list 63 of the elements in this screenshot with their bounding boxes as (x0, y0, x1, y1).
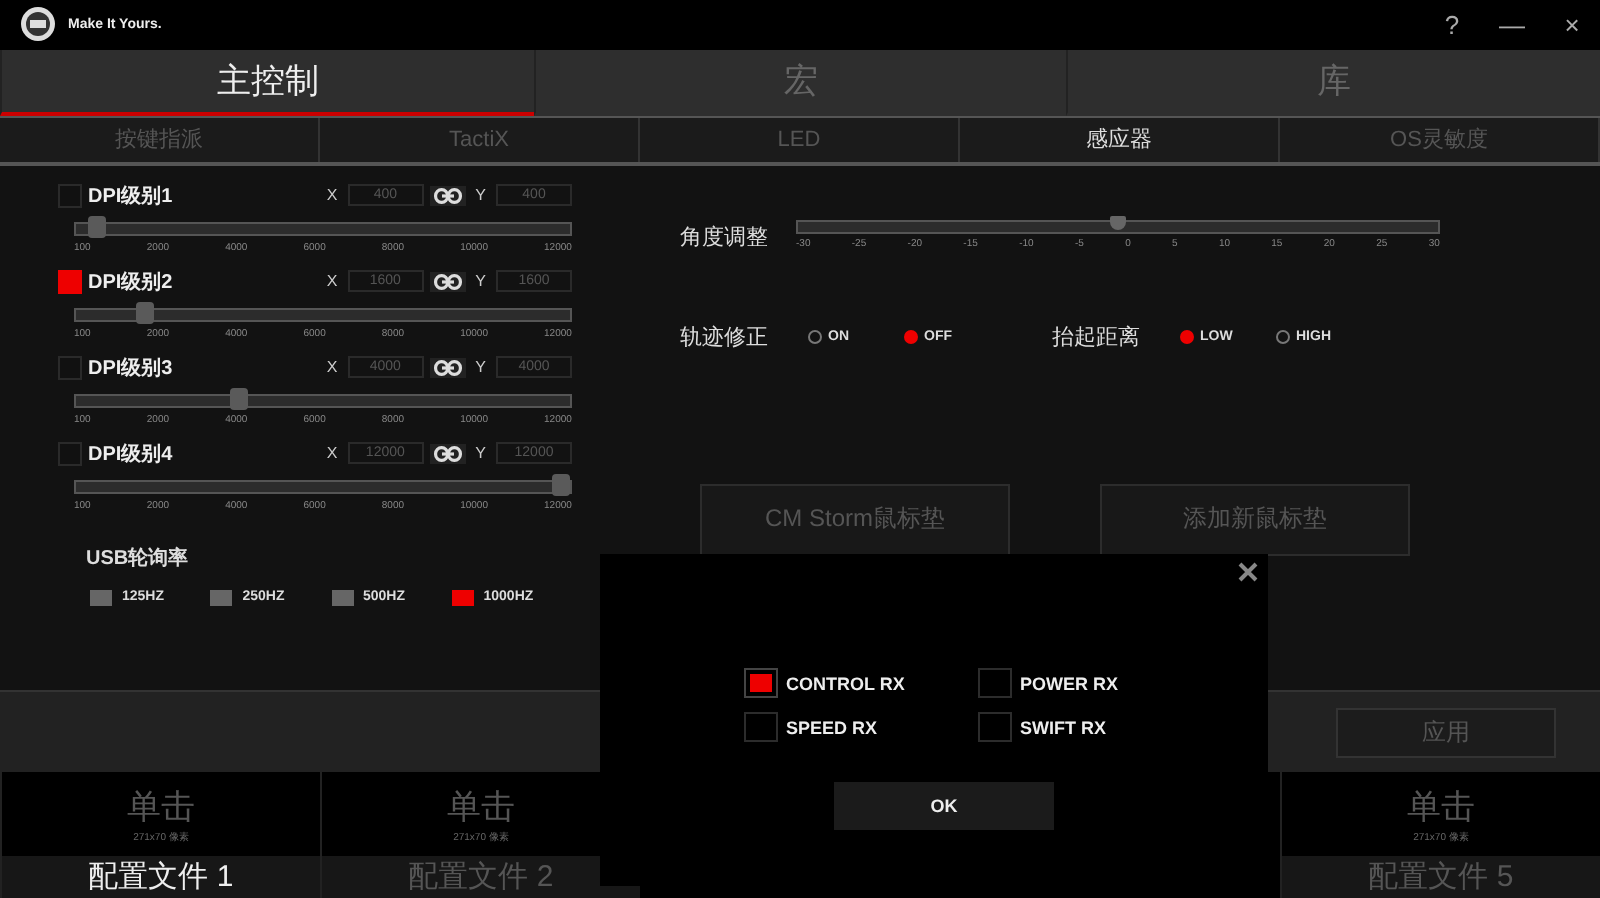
radio-button[interactable] (1180, 329, 1194, 344)
close-button[interactable]: × (1552, 9, 1592, 40)
link-button[interactable] (429, 185, 466, 206)
axis-label: X (326, 358, 338, 377)
axis-label: Y (475, 358, 486, 377)
checkbox[interactable] (978, 712, 1012, 742)
axis-label: Y (475, 186, 486, 205)
action-label: 单击 (127, 786, 195, 831)
link-button[interactable] (429, 357, 466, 378)
checkbox[interactable] (58, 355, 82, 380)
mousepad-button[interactable]: 添加新鼠标垫 (1100, 483, 1410, 556)
checkbox[interactable] (58, 441, 82, 466)
profile-tab[interactable]: 配置文件 5 (1282, 856, 1600, 898)
help-button[interactable]: ? (1432, 9, 1472, 40)
action-label: 单击 (1407, 786, 1475, 831)
mousepad-button[interactable]: CM Storm鼠标垫 (700, 483, 1010, 556)
radio-button[interactable] (1276, 329, 1290, 344)
profile-tab[interactable]: 配置文件 2 (322, 856, 640, 898)
radio-button[interactable] (808, 329, 822, 344)
checkbox[interactable] (58, 183, 82, 208)
setting-label: 抬起距离 (1052, 323, 1140, 352)
angle-label: 角度调整 (680, 223, 768, 252)
option-label: SPEED RX (786, 717, 878, 737)
option-label: SWIFT RX (1020, 717, 1106, 737)
main-tab[interactable]: 主控制 (0, 49, 534, 116)
dpi-label: DPI级别4 (88, 441, 173, 468)
axis-label: X (326, 444, 338, 463)
checkbox[interactable] (58, 269, 82, 294)
slider-thumb[interactable] (88, 215, 107, 238)
link-button[interactable] (429, 271, 466, 292)
minimize-button[interactable]: — (1492, 9, 1532, 40)
dpi-label: DPI级别2 (88, 269, 173, 296)
main-tab[interactable]: 库 (1066, 49, 1600, 116)
setting-label: 轨迹修正 (680, 323, 768, 352)
checkbox[interactable] (978, 668, 1012, 698)
radio-box[interactable] (90, 589, 112, 606)
slider-thumb[interactable] (229, 387, 247, 410)
axis-label: X (326, 272, 338, 291)
option-label: CONTROL RX (786, 673, 905, 693)
slider-thumb[interactable] (1110, 215, 1126, 230)
profile-tab[interactable]: 配置文件 1 (2, 856, 320, 898)
radio-box[interactable] (331, 589, 353, 606)
radio-button[interactable] (904, 329, 918, 344)
polling-label: USB轮询率 (86, 544, 191, 572)
axis-label: X (326, 186, 338, 205)
main-tab[interactable]: 宏 (533, 49, 1067, 116)
action-label: 单击 (447, 786, 515, 831)
radio-box[interactable] (210, 589, 233, 606)
close-icon[interactable] (1238, 562, 1258, 582)
radio-box[interactable] (451, 589, 474, 606)
dpi-label: DPI级别3 (88, 355, 173, 382)
slider-thumb[interactable] (552, 473, 571, 496)
apply-button[interactable]: 应用 (1336, 707, 1556, 758)
link-button[interactable] (429, 443, 466, 464)
checkbox[interactable] (744, 668, 778, 698)
axis-label: Y (475, 444, 486, 463)
ok-button[interactable]: OK (834, 782, 1054, 830)
checkbox[interactable] (744, 712, 778, 742)
slider-thumb[interactable] (135, 301, 154, 324)
logo-icon (20, 6, 56, 43)
option-label: POWER RX (1020, 673, 1119, 693)
axis-label: Y (475, 272, 486, 291)
dpi-label: DPI级别1 (88, 183, 173, 210)
